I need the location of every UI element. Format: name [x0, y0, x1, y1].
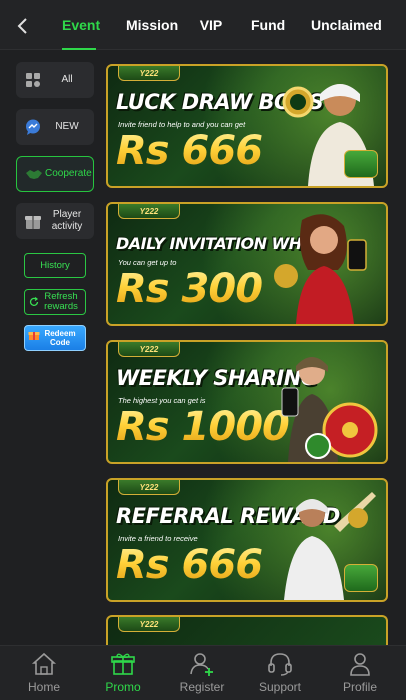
- sidebar-item-new[interactable]: NEW: [16, 109, 94, 145]
- share-icon: [344, 564, 378, 592]
- history-button[interactable]: History: [24, 253, 86, 278]
- sidebar-item-label: NEW: [55, 121, 79, 132]
- nav-label: Profile: [342, 680, 377, 694]
- promo-banner-weekly-sharing[interactable]: Y222 WEEKLY SHARING The highest you can …: [106, 340, 388, 464]
- brand-logo: Y222: [118, 342, 180, 357]
- home-icon: [31, 652, 57, 675]
- nav-promo[interactable]: Promo: [83, 646, 163, 700]
- nav-label: Register: [179, 680, 225, 694]
- promo-banner-partial[interactable]: Y222: [106, 615, 388, 645]
- refresh-rewards-button[interactable]: Refresh rewards: [24, 289, 86, 315]
- sidebar-item-cooperate[interactable]: Cooperate: [16, 156, 94, 192]
- tab-event[interactable]: Event: [62, 0, 100, 50]
- gift-icon: [22, 210, 44, 232]
- tab-mission[interactable]: Mission: [126, 0, 178, 50]
- woman-with-wheel-icon: [281, 357, 378, 462]
- brand-logo: Y222: [118, 204, 180, 219]
- headset-icon: [268, 653, 292, 676]
- back-button[interactable]: [12, 14, 32, 38]
- promo-banner-referral-reward[interactable]: Y222 REFERRAL REWARD Invite a friend to …: [106, 478, 388, 602]
- tab-unclaimed[interactable]: Unclaimed: [311, 0, 382, 50]
- share-icon: [344, 150, 378, 178]
- chevron-left-icon: [17, 18, 27, 34]
- brand-logo: Y222: [118, 617, 180, 632]
- sidebar-item-label: Cooperate: [45, 168, 92, 179]
- refresh-icon: [29, 297, 39, 306]
- tab-fund[interactable]: Fund: [251, 0, 285, 50]
- sidebar-item-all[interactable]: All: [16, 62, 94, 98]
- handshake-icon: [23, 163, 45, 185]
- nav-profile[interactable]: Profile: [320, 646, 400, 700]
- banner-amount: Rs 1000: [116, 404, 290, 450]
- sidebar-item-label: All: [61, 74, 73, 85]
- banner-amount: Rs 666: [116, 542, 263, 588]
- gift-box-icon: [111, 653, 135, 675]
- nav-label: Home: [27, 680, 60, 694]
- history-label: History: [40, 260, 70, 271]
- user-icon: [350, 653, 370, 676]
- add-user-icon: [190, 653, 213, 676]
- brand-logo: Y222: [118, 480, 180, 495]
- top-tab-bar: Event Mission VIP Fund Unclaimed: [0, 0, 406, 50]
- banner-amount: Rs 300: [116, 266, 263, 312]
- nav-home[interactable]: Home: [4, 646, 84, 700]
- nav-support[interactable]: Support: [240, 646, 320, 700]
- woman-with-phone-icon: [274, 214, 367, 324]
- gift-emoji-icon: [28, 332, 40, 340]
- bottom-nav: Home Promo Register Support Profile: [0, 645, 406, 700]
- nav-label: Support: [258, 680, 302, 694]
- grid-icon: [22, 69, 44, 91]
- promo-banner-luck-draw[interactable]: Y222 LUCK DRAW BOOST Invite friend to he…: [106, 64, 388, 188]
- nav-register[interactable]: Register: [162, 646, 242, 700]
- sidebar-item-label: Player activity: [51, 209, 83, 232]
- chat-icon: [22, 116, 44, 138]
- tab-vip[interactable]: VIP: [199, 0, 223, 50]
- redeem-code-button[interactable]: Redeem Code: [24, 325, 86, 351]
- banner-amount: Rs 666: [116, 128, 263, 174]
- brand-logo: Y222: [118, 66, 180, 81]
- refresh-rewards-label: Refresh rewards: [44, 291, 78, 312]
- promo-banner-invitation-wheel[interactable]: Y222 DAILY INVITATION WHEEL You can get …: [106, 202, 388, 326]
- sidebar-item-player-activity[interactable]: Player activity: [16, 203, 94, 239]
- nav-label: Promo: [105, 680, 141, 694]
